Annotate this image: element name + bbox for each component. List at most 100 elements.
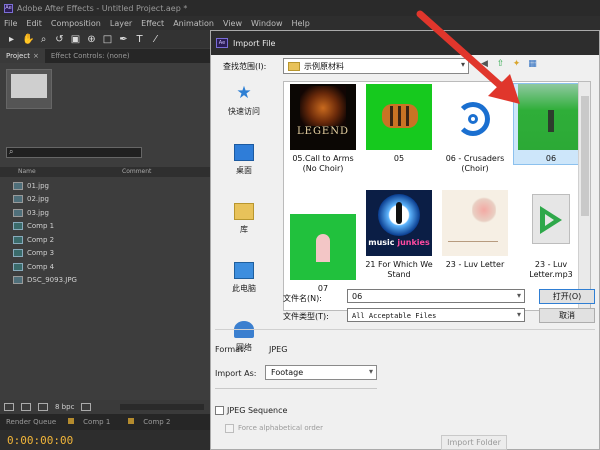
hand-tool-icon[interactable]: ✋ [22, 34, 34, 45]
rectangle-tool-icon[interactable]: □ [102, 34, 113, 45]
list-item[interactable]: 02.jpg [0, 193, 210, 207]
dialog-title: Import File [233, 38, 276, 48]
list-item[interactable]: Comp 3 [0, 247, 210, 261]
composition-icon [128, 418, 135, 424]
menu-file[interactable]: File [4, 19, 17, 28]
cancel-button[interactable]: 取消 [539, 308, 595, 323]
list-item[interactable]: Comp 2 [0, 233, 210, 247]
file-item-07[interactable]: 07 [286, 214, 360, 294]
look-in-value: 示例原材料 [304, 62, 344, 71]
pan-behind-tool-icon[interactable]: ⊕ [86, 34, 97, 45]
composition-icon [13, 249, 23, 258]
place-this-pc[interactable]: 此电脑 [219, 262, 269, 317]
new-folder-icon[interactable]: ✦ [511, 59, 522, 70]
place-desktop[interactable]: 桌面 [219, 144, 269, 199]
new-folder-icon[interactable] [21, 403, 31, 411]
navigation-icons: ◀ ⇧ ✦ ▦ [479, 59, 538, 70]
file-list-scrollbar[interactable] [578, 82, 590, 310]
timecode-display[interactable]: 0:00:00:00 [0, 430, 210, 450]
up-folder-icon[interactable]: ⇧ [495, 59, 506, 70]
after-effects-icon: Ae [4, 3, 13, 13]
brush-tool-icon[interactable]: ⁄ [150, 34, 161, 45]
search-icon: ⌕ [9, 147, 14, 156]
trash-icon[interactable] [81, 403, 92, 411]
column-name[interactable]: Name [18, 168, 36, 175]
new-composition-icon[interactable] [38, 403, 48, 411]
file-item-23-luv-letter[interactable]: 23 - Luv Letter [438, 190, 512, 270]
menu-composition[interactable]: Composition [51, 19, 101, 28]
look-in-dropdown[interactable]: 示例原材料 ▾ [283, 58, 469, 74]
force-alphabetical-label: Force alphabetical order [238, 424, 323, 432]
list-item[interactable]: 01.jpg [0, 179, 210, 193]
tab-render-queue[interactable]: Render Queue [0, 418, 62, 426]
menu-edit[interactable]: Edit [26, 19, 42, 28]
column-comment[interactable]: Comment [122, 168, 151, 175]
text-tool-icon[interactable]: T [134, 34, 145, 45]
pen-tool-icon[interactable]: ✒ [118, 34, 129, 45]
menu-effect[interactable]: Effect [141, 19, 164, 28]
back-icon[interactable]: ◀ [479, 59, 490, 70]
format-label: Format: [215, 345, 246, 354]
file-list: LEGEND 05.Call to Arms (No Choir) 05 06 … [283, 81, 591, 311]
tab-comp-1[interactable]: Comp 1 [62, 418, 122, 426]
scrollbar-thumb[interactable] [581, 96, 589, 216]
menu-help[interactable]: Help [292, 19, 310, 28]
close-icon[interactable]: × [33, 52, 39, 60]
selection-tool-icon[interactable]: ▸ [6, 34, 17, 45]
file-name-label: 文件名(N): [283, 294, 322, 303]
zoom-tool-icon[interactable]: ⌕ [38, 34, 49, 45]
place-library[interactable]: 库 [219, 203, 269, 258]
library-icon [234, 203, 254, 220]
look-in-label: 查找范围(I): [223, 62, 267, 71]
list-item[interactable]: Comp 1 [0, 220, 210, 234]
file-item-06-crusaders[interactable]: 06 - Crusaders (Choir) [438, 84, 512, 174]
file-item-06[interactable]: 06 [513, 83, 589, 165]
chevron-down-icon[interactable]: ▾ [517, 291, 521, 300]
bpc-label[interactable]: 8 bpc [55, 403, 74, 411]
import-as-dropdown[interactable]: Footage ▾ [265, 365, 377, 380]
open-button[interactable]: 打开(O) [539, 289, 595, 304]
jpeg-sequence-label[interactable]: JPEG Sequence [227, 406, 287, 415]
tab-effect-controls[interactable]: Effect Controls: (none) [45, 49, 136, 63]
project-list-header: Name Comment [0, 167, 210, 177]
jpeg-sequence-checkbox[interactable] [215, 406, 224, 415]
import-file-dialog: Ae Import File 查找范围(I): 示例原材料 ▾ ◀ ⇧ ✦ ▦ … [210, 30, 600, 450]
view-menu-icon[interactable]: ▦ [527, 59, 538, 70]
rotate-tool-icon[interactable]: ↺ [54, 34, 65, 45]
thumbnail-preview [11, 74, 47, 98]
image-icon [13, 195, 23, 204]
list-item[interactable]: DSC_9093.JPG [0, 274, 210, 288]
project-panel: ⌕ Name Comment 01.jpg 02.jpg 03.jpg Comp… [0, 63, 210, 411]
project-search-input[interactable]: ⌕ [6, 147, 142, 158]
file-item-05-call-to-arms[interactable]: LEGEND 05.Call to Arms (No Choir) [286, 84, 360, 174]
interpret-footage-icon[interactable] [4, 403, 14, 411]
menu-view[interactable]: View [223, 19, 242, 28]
menu-animation[interactable]: Animation [173, 19, 214, 28]
menu-window[interactable]: Window [251, 19, 283, 28]
file-item-23-luv-letter-mp3[interactable]: 23 - Luv Letter.mp3 [514, 190, 588, 280]
tab-project[interactable]: Project × [0, 49, 45, 63]
file-item-21-for-which-we-stand[interactable]: music junkies 21 For Which We Stand [362, 190, 436, 280]
file-name-input[interactable]: 06 ▾ [347, 289, 525, 303]
file-thumbnail [290, 214, 356, 280]
import-folder-button[interactable]: Import Folder [441, 435, 507, 450]
force-alphabetical-checkbox[interactable] [225, 424, 234, 433]
file-type-dropdown[interactable]: All Acceptable Files ▾ [347, 308, 525, 322]
list-item[interactable]: Comp 4 [0, 260, 210, 274]
menu-layer[interactable]: Layer [110, 19, 132, 28]
place-quick-access[interactable]: ★ 快速访问 [219, 85, 269, 140]
list-item[interactable]: 03.jpg [0, 206, 210, 220]
import-as-label: Import As: [215, 369, 257, 378]
tab-comp-2[interactable]: Comp 2 [122, 418, 182, 426]
image-icon [13, 276, 23, 285]
chevron-down-icon: ▾ [460, 60, 465, 69]
composition-icon [13, 235, 23, 244]
composition-icon [13, 262, 23, 271]
project-thumbnail [6, 69, 52, 109]
file-item-05[interactable]: 05 [362, 84, 436, 164]
file-thumbnail [366, 84, 432, 150]
places-sidebar: ★ 快速访问 桌面 库 此电脑 网络 [219, 81, 269, 353]
project-horizontal-scrollbar[interactable] [120, 404, 204, 410]
file-thumbnail [518, 84, 584, 150]
camera-tool-icon[interactable]: ▣ [70, 34, 81, 45]
